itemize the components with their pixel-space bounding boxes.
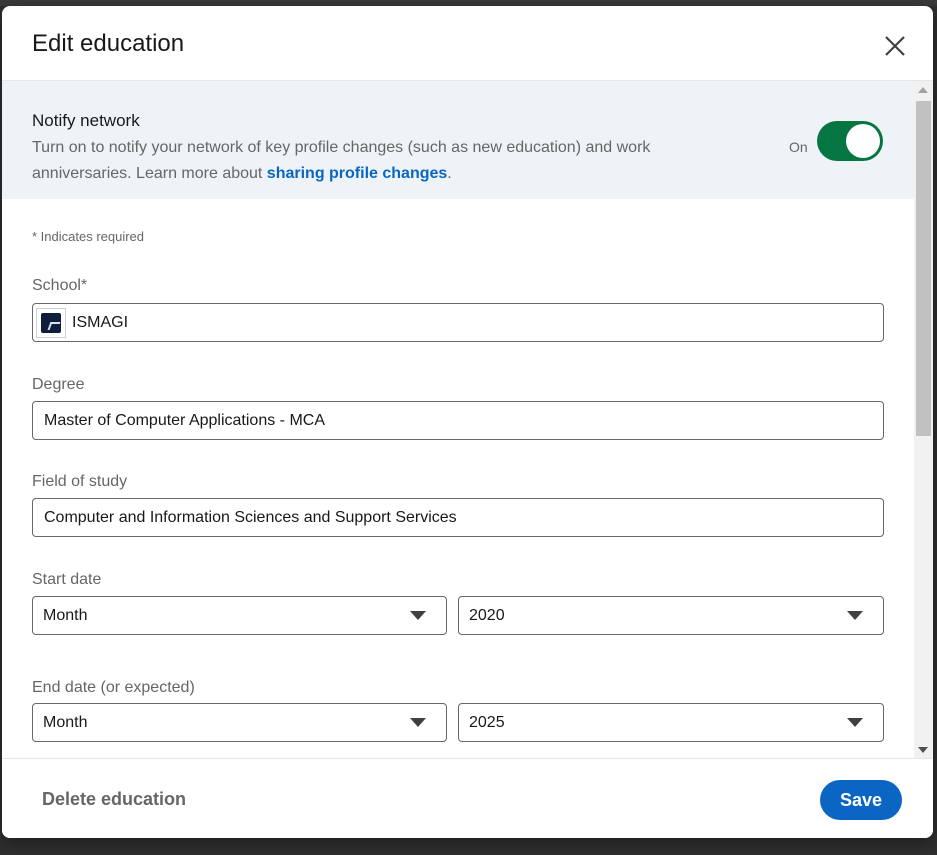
sharing-profile-changes-link[interactable]: sharing profile changes [267, 165, 447, 182]
toggle-state-label: On [789, 139, 808, 155]
degree-label: Degree [32, 376, 85, 393]
toggle-knob [846, 124, 880, 158]
start-year-value: 2020 [469, 606, 505, 624]
edit-education-dialog: Edit education Notify network Turn on to… [2, 6, 933, 838]
field-of-study-value: Computer and Information Sciences and Su… [44, 508, 457, 526]
dialog-header: Edit education [2, 6, 933, 81]
notify-network-toggle[interactable] [817, 121, 883, 161]
school-logo-icon [36, 307, 66, 338]
start-date-label: Start date [32, 571, 102, 588]
chevron-down-icon [410, 611, 426, 620]
field-of-study-label: Field of study [32, 473, 128, 490]
end-month-value: Month [43, 713, 88, 731]
school-input[interactable]: ISMAGI [32, 303, 884, 342]
field-of-study-input[interactable]: Computer and Information Sciences and Su… [32, 498, 884, 537]
chevron-down-icon [410, 718, 426, 727]
start-year-select[interactable]: 2020 [458, 596, 884, 635]
chevron-down-icon [847, 611, 863, 620]
dialog-title: Edit education [32, 30, 185, 57]
scroll-up-arrow-icon[interactable] [918, 87, 928, 93]
dialog-body[interactable]: Notify network Turn on to notify your ne… [2, 81, 933, 758]
notify-title: Notify network [32, 111, 140, 130]
vertical-scrollbar[interactable] [914, 81, 933, 758]
school-value: ISMAGI [72, 313, 129, 331]
end-date-label: End date (or expected) [32, 679, 195, 696]
notify-description: Turn on to notify your network of key pr… [32, 135, 752, 187]
notify-description-end: . [447, 165, 452, 182]
required-note: * Indicates required [32, 229, 145, 244]
start-month-select[interactable]: Month [32, 596, 447, 635]
degree-value: Master of Computer Applications - MCA [44, 411, 325, 429]
school-label: School* [32, 277, 88, 294]
delete-education-button[interactable]: Delete education [42, 789, 186, 810]
dialog-footer: Delete education Save [2, 758, 933, 838]
scrollbar-thumb[interactable] [916, 101, 931, 436]
end-year-select[interactable]: 2025 [458, 703, 884, 742]
start-month-value: Month [43, 606, 88, 624]
end-year-value: 2025 [469, 713, 505, 731]
notify-network-panel: Notify network Turn on to notify your ne… [2, 81, 914, 199]
close-button[interactable] [877, 28, 913, 64]
save-button[interactable]: Save [820, 780, 902, 820]
degree-input[interactable]: Master of Computer Applications - MCA [32, 401, 884, 440]
scroll-down-arrow-icon[interactable] [918, 747, 928, 753]
close-icon [885, 36, 905, 56]
end-month-select[interactable]: Month [32, 703, 447, 742]
chevron-down-icon [847, 718, 863, 727]
